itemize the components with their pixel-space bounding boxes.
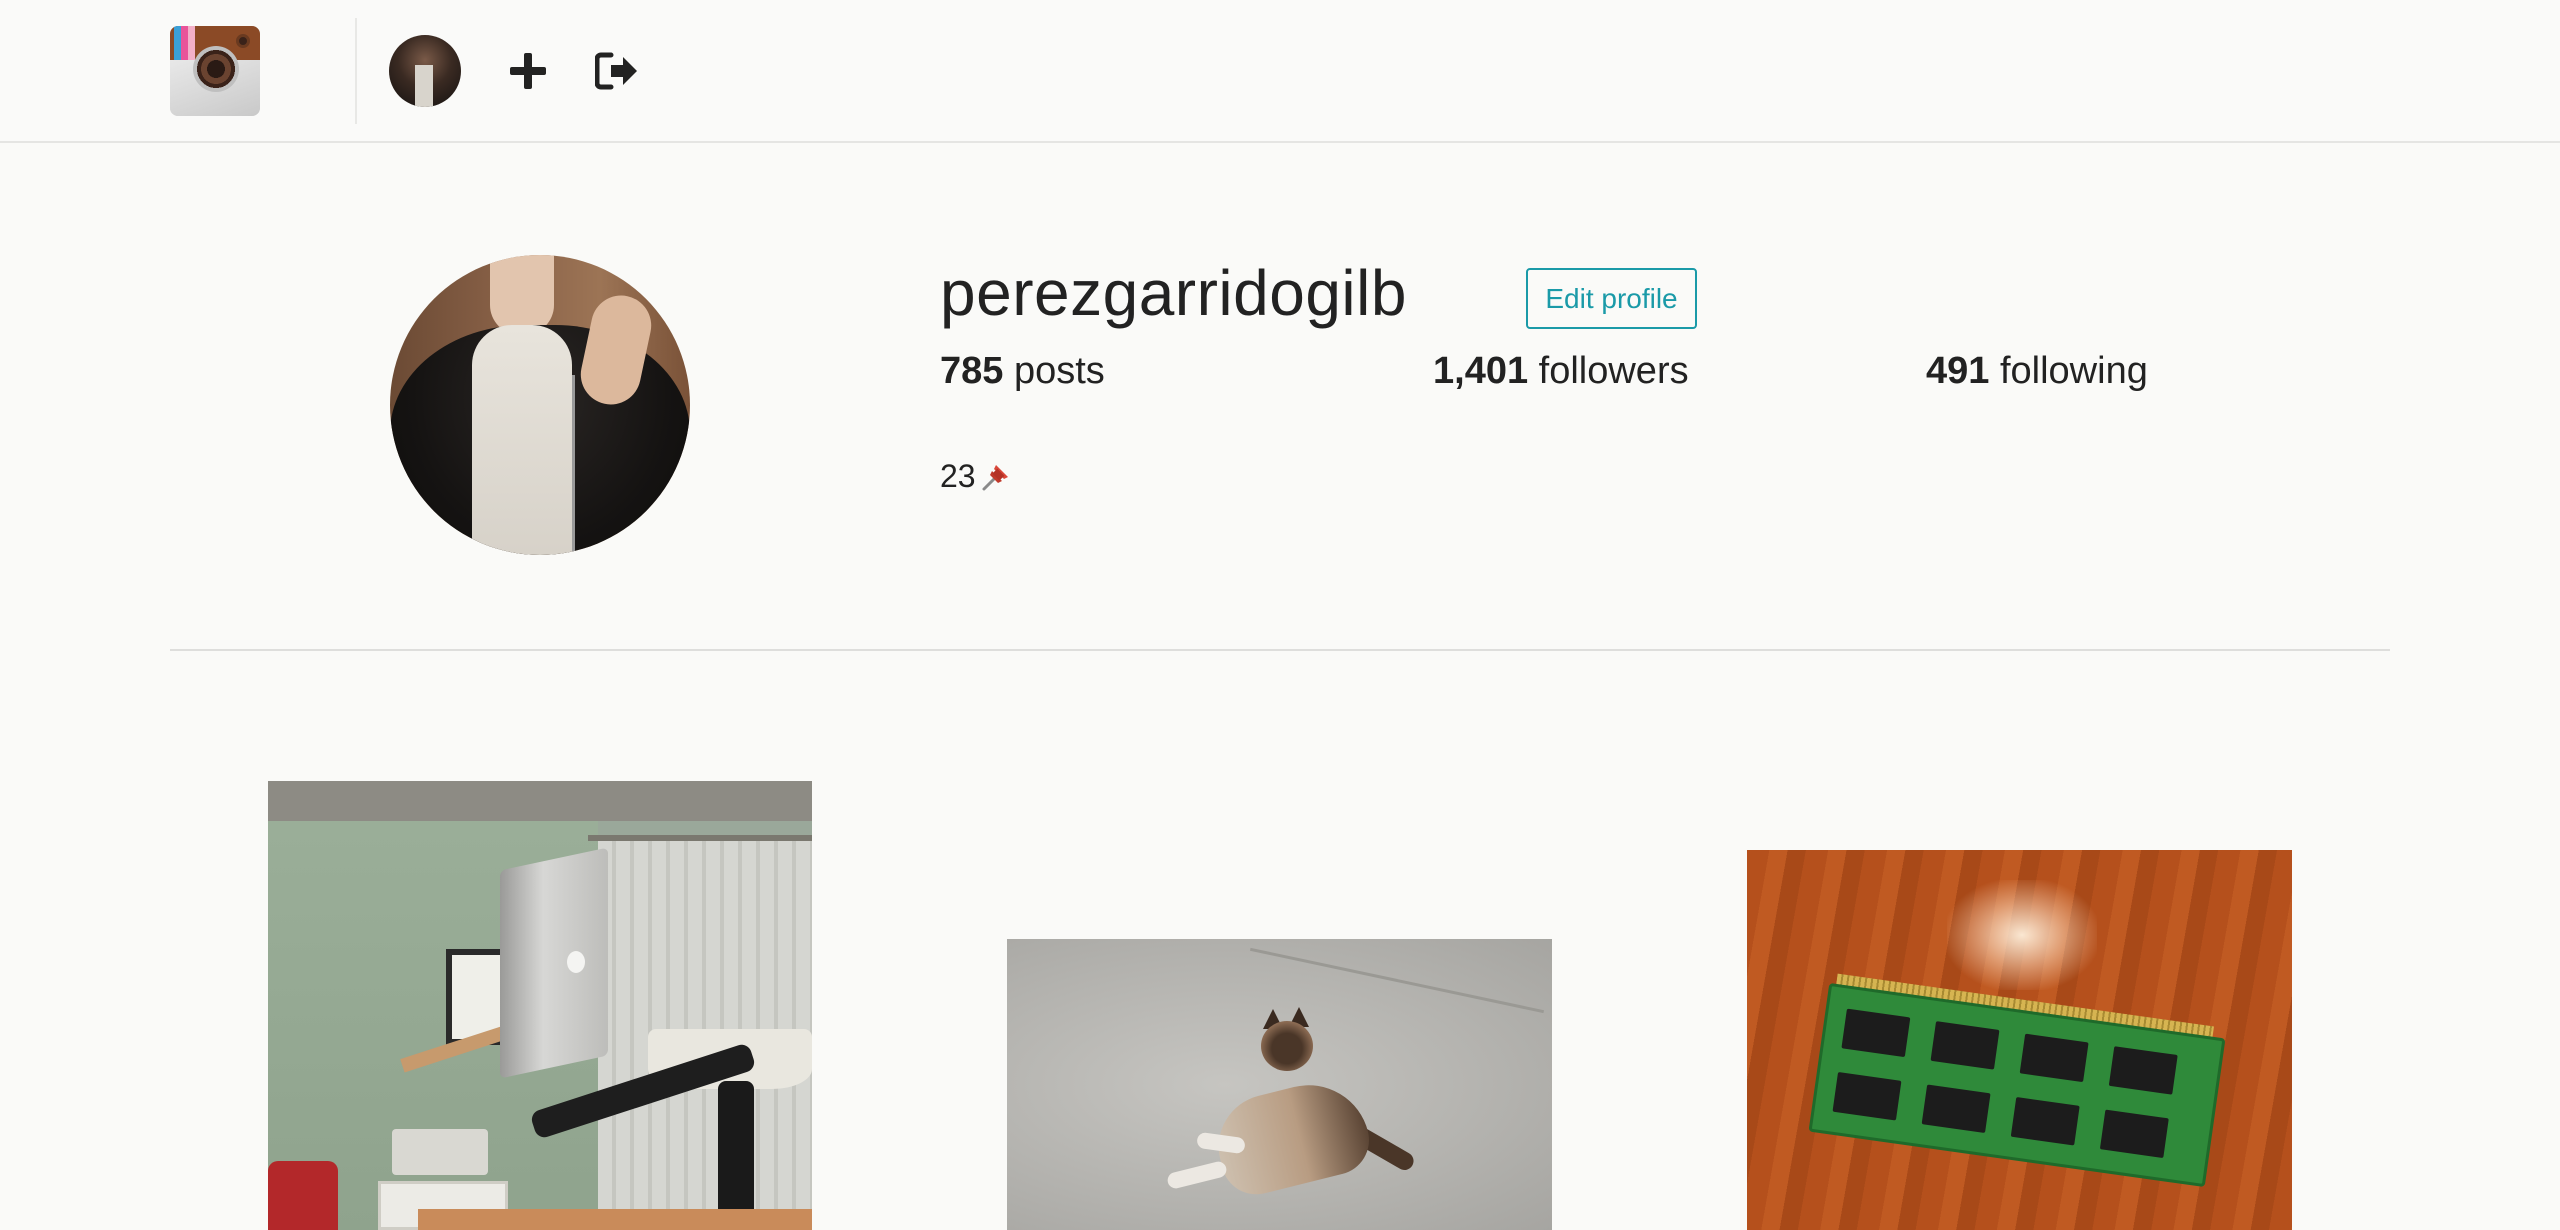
photo-light-glare <box>1947 880 2097 990</box>
photo-ram-chip <box>2010 1097 2080 1146</box>
avatar-shirt <box>415 65 433 107</box>
pushpin-icon <box>978 459 1014 495</box>
edit-profile-button[interactable]: Edit profile <box>1526 268 1697 329</box>
photo-table <box>418 1209 812 1230</box>
photo-stand-pole <box>718 1081 754 1230</box>
followers-count-stat[interactable]: 1,401 followers <box>1433 350 1689 393</box>
photo-neck <box>490 255 554 335</box>
photo-ram-chip <box>1841 1008 1911 1058</box>
user-avatar-icon[interactable] <box>389 35 461 107</box>
bio-text: 23 <box>940 458 976 494</box>
photo-ram-chip <box>1930 1021 2000 1070</box>
photo-zip <box>572 375 575 555</box>
photo-ram-chip <box>2108 1046 2178 1095</box>
topbar-divider <box>355 18 357 124</box>
photo-ram-chip <box>1921 1084 1991 1134</box>
top-navigation-bar <box>0 0 2560 143</box>
profile-bio: 23 <box>940 458 1014 495</box>
following-count: 491 <box>1926 350 1990 392</box>
followers-label: followers <box>1538 350 1689 392</box>
section-divider <box>170 649 2390 651</box>
following-label: following <box>1999 350 2148 392</box>
post-thumbnail[interactable] <box>268 781 812 1230</box>
post-thumbnail[interactable] <box>1747 850 2292 1230</box>
photo-ram-chip <box>1832 1071 1902 1121</box>
camera-app-logo-icon[interactable] <box>170 26 260 116</box>
photo-ram-chip <box>2019 1033 2089 1083</box>
photo-printer <box>392 1129 488 1175</box>
plus-icon[interactable] <box>503 46 553 96</box>
photo-cat-head <box>1261 1021 1313 1071</box>
logo-lens <box>193 46 239 92</box>
photo-chair <box>268 1161 338 1230</box>
photo-tshirt <box>472 325 572 555</box>
posts-count: 785 <box>940 350 1004 392</box>
photo-ram-chip <box>2099 1109 2169 1159</box>
photo-apple-logo <box>567 951 585 973</box>
logout-icon[interactable] <box>592 46 642 96</box>
photo-ceiling <box>268 781 812 821</box>
post-thumbnail[interactable] <box>1007 939 1552 1230</box>
followers-count: 1,401 <box>1433 350 1529 392</box>
profile-photo[interactable] <box>390 255 690 555</box>
logo-flash <box>236 34 250 48</box>
photo-laptop <box>500 847 608 1079</box>
profile-username: perezgarridogilb <box>940 257 1407 329</box>
posts-label: posts <box>1013 350 1105 392</box>
following-count-stat[interactable]: 491 following <box>1926 350 2148 393</box>
posts-count-stat: 785 posts <box>940 350 1105 393</box>
